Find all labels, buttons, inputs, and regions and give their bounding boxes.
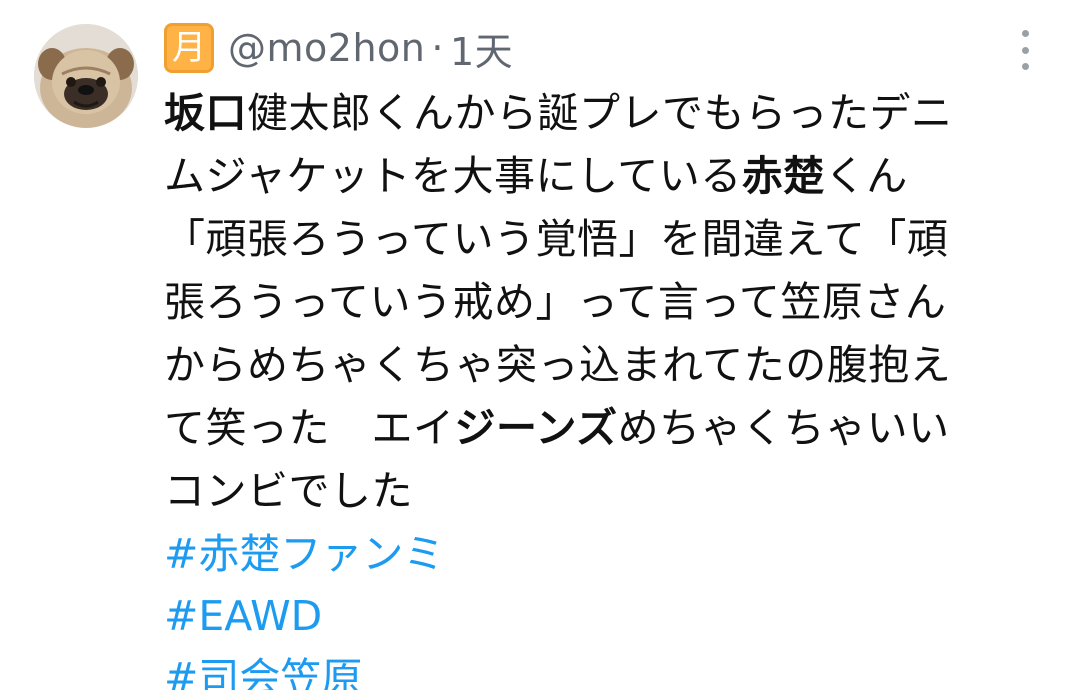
tweet-text: 坂口健太郎くんから誕プレでもらったデニ ムジャケットを大事にしている赤楚くん 「… [164,82,1044,690]
text-line: コンビでした [164,460,1044,523]
text-segment: 張ろうっていう戒め」って言って笠原さん [164,278,947,326]
text-segment: くん [824,152,908,200]
text-segment: からめちゃくちゃ突っ込まれてたの腹抱え [164,341,952,389]
text-segment: めちゃくちゃいい [617,404,950,452]
separator-dot: · [431,26,444,70]
avatar[interactable] [34,24,138,128]
text-line: て笑った エイジーンズめちゃくちゃいい [164,397,1044,460]
text-line: 坂口健太郎くんから誕プレでもらったデニ [164,82,1044,145]
more-vertical-icon[interactable] [1019,30,1031,70]
tweet-card[interactable]: 月 @mo2hon · 1天 坂口健太郎くんから誕プレでもらったデニ ムジャケッ… [0,0,1079,690]
text-segment: 「頑張ろうっていう覚悟」を間違えて「頑 [164,215,949,263]
text-bold: ジーンズ [454,404,618,452]
pug-avatar-icon [34,24,138,128]
text-segment: コンビでした [164,467,413,515]
hashtag-link[interactable]: #赤楚ファンミ [164,523,1044,585]
tweet-header: 月 @mo2hon · 1天 [164,20,513,76]
text-line: ムジャケットを大事にしている赤楚くん [164,145,1044,208]
text-bold: 坂口 [164,89,247,137]
tweet-time[interactable]: 1天 [450,21,513,76]
text-segment: ムジャケットを大事にしている [164,152,742,200]
text-segment: て笑った エイ [164,404,455,452]
text-line: 張ろうっていう戒め」って言って笠原さん [164,271,1044,334]
text-line: 「頑張ろうっていう覚悟」を間違えて「頑 [164,208,1044,271]
hashtag-link[interactable]: #司会笠原 [164,647,1044,690]
text-segment: 健太郎くんから誕プレでもらったデニ [247,89,953,137]
hashtag-link[interactable]: #EAWD [164,585,1044,647]
display-name-badge[interactable]: 月 [164,23,214,73]
text-line: からめちゃくちゃ突っ込まれてたの腹抱え [164,334,1044,397]
text-bold: 赤楚 [741,152,825,200]
user-handle[interactable]: @mo2hon [228,26,425,70]
